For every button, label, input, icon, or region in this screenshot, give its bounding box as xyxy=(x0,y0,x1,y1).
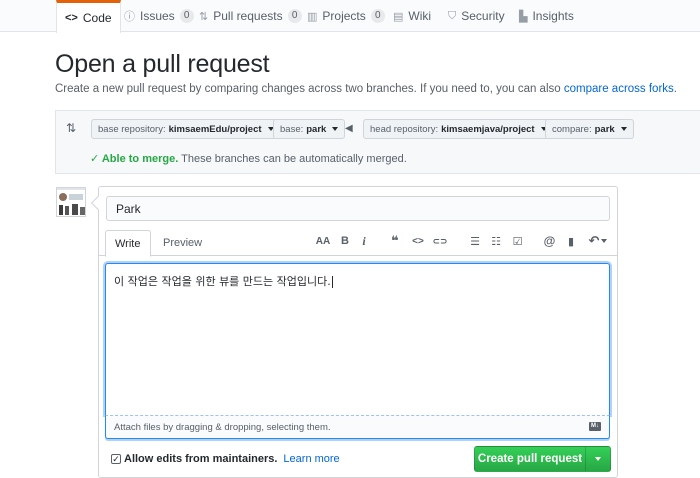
learn-more-link[interactable]: Learn more xyxy=(283,453,339,465)
tab-security[interactable]: ⛉ Security xyxy=(440,0,513,32)
head-repository-value: kimsaemjava/project xyxy=(441,123,535,135)
arrow-left-icon: ◀ xyxy=(345,123,353,134)
avatar[interactable] xyxy=(56,187,86,217)
head-repository-select[interactable]: head repository: kimsaemjava/project xyxy=(363,119,554,139)
bold-icon[interactable]: B xyxy=(340,234,350,248)
subtitle-text: Create a new pull request by comparing c… xyxy=(55,83,564,95)
subtitle-end: . xyxy=(673,83,677,95)
tab-pull-requests[interactable]: ⇅ Pull requests 0 xyxy=(191,0,310,32)
tab-label: Pull requests xyxy=(213,9,283,23)
page-title: Open a pull request xyxy=(55,50,270,78)
compare-branch-select[interactable]: compare: park xyxy=(545,119,634,139)
allow-edits-checkbox[interactable]: ✓ xyxy=(111,454,121,464)
code-icon[interactable]: <> xyxy=(411,234,425,248)
saved-reply-icon[interactable]: ▮ xyxy=(566,234,576,248)
quote-icon[interactable]: ❝ xyxy=(388,233,402,248)
markdown-icon[interactable]: M↓ xyxy=(589,422,601,431)
tab-label: Projects xyxy=(322,9,366,23)
pull-request-icon: ⇅ xyxy=(199,10,209,23)
attach-files-text: Attach files by dragging & dropping, sel… xyxy=(114,421,331,433)
chevron-down-icon xyxy=(620,127,627,131)
allow-edits-row: ✓ Allow edits from maintainers. Learn mo… xyxy=(111,453,340,465)
tab-wiki[interactable]: ▤ Wiki xyxy=(385,0,439,32)
tab-insights[interactable]: ▙ Insights xyxy=(511,0,582,32)
base-branch-prefix: base: xyxy=(280,123,304,135)
tab-projects[interactable]: ▥ Projects 0 xyxy=(299,0,393,32)
code-icon: <> xyxy=(65,12,78,24)
wiki-icon: ▤ xyxy=(393,10,404,23)
compare-branch-value: park xyxy=(594,123,615,135)
create-pull-request-button[interactable]: Create pull request xyxy=(474,446,586,472)
shield-icon: ⛉ xyxy=(448,9,457,22)
range-editor: ⇅ base repository: kimsaemEdu/project ba… xyxy=(55,110,700,174)
projects-counter: 0 xyxy=(370,9,385,23)
merge-status: ✓ Able to merge. These branches can be a… xyxy=(90,152,407,165)
compare-branch-prefix: compare: xyxy=(552,123,592,135)
bulleted-list-icon[interactable]: ☰ xyxy=(469,234,481,248)
base-branch-value: park xyxy=(306,123,327,135)
tab-label: Security xyxy=(461,9,505,23)
pr-body-textarea[interactable]: 이 작업은 작업을 위한 뷰를 만드는 작업입니다. xyxy=(105,263,610,415)
tab-label: Wiki xyxy=(408,9,432,23)
numbered-list-icon[interactable]: ☷ xyxy=(490,234,502,248)
link-icon[interactable]: ⊂⊃ xyxy=(432,234,447,248)
tab-write[interactable]: Write xyxy=(105,230,151,257)
task-list-icon[interactable]: ☑ xyxy=(511,234,524,248)
mention-icon[interactable]: @ xyxy=(543,234,556,248)
tab-label: Issues xyxy=(140,9,175,23)
base-repository-value: kimsaemEdu/project xyxy=(168,123,262,135)
tab-label: Code xyxy=(82,11,112,25)
head-repository-prefix: head repository: xyxy=(370,123,439,135)
chevron-down-icon xyxy=(332,127,339,131)
reply-icon: ↶ xyxy=(588,233,600,248)
project-icon: ▥ xyxy=(307,10,318,23)
reply-menu-icon[interactable]: ↶ xyxy=(588,233,608,248)
base-repository-select[interactable]: base repository: kimsaemEdu/project xyxy=(91,119,281,139)
tab-issues[interactable]: ⓘ Issues 0 xyxy=(116,0,202,32)
italic-icon[interactable]: i xyxy=(360,234,368,248)
chevron-down-icon xyxy=(595,457,601,461)
base-branch-select[interactable]: base: park xyxy=(273,119,346,139)
pr-body-text: 이 작업은 작업을 위한 뷰를 만드는 작업입니다. xyxy=(114,275,331,288)
compare-across-forks-link[interactable]: compare across forks xyxy=(564,83,674,95)
tab-code[interactable]: <> Code xyxy=(56,0,121,33)
issue-icon: ⓘ xyxy=(124,11,135,23)
page-subtitle: Create a new pull request by comparing c… xyxy=(55,83,677,95)
tab-preview[interactable]: Preview xyxy=(154,230,211,256)
repo-nav: <> Code ⓘ Issues 0 ⇅ Pull requests 0 ▥ P… xyxy=(0,0,700,33)
heading-icon[interactable]: AA xyxy=(316,234,330,248)
chevron-down-icon xyxy=(601,239,608,243)
file-attach-dropzone[interactable]: Attach files by dragging & dropping, sel… xyxy=(105,415,610,439)
allow-edits-label[interactable]: Allow edits from maintainers. xyxy=(124,453,277,465)
merge-ok-text: ✓ Able to merge. xyxy=(90,153,179,165)
compare-icon: ⇅ xyxy=(66,121,77,135)
text-cursor xyxy=(331,276,333,288)
merge-status-text: These branches can be automatically merg… xyxy=(178,153,407,165)
create-options-dropdown[interactable] xyxy=(585,446,611,472)
tab-label: Insights xyxy=(532,9,574,23)
pr-title-input[interactable]: Park xyxy=(106,196,610,221)
graph-icon: ▙ xyxy=(519,10,528,23)
base-repository-prefix: base repository: xyxy=(98,123,166,135)
